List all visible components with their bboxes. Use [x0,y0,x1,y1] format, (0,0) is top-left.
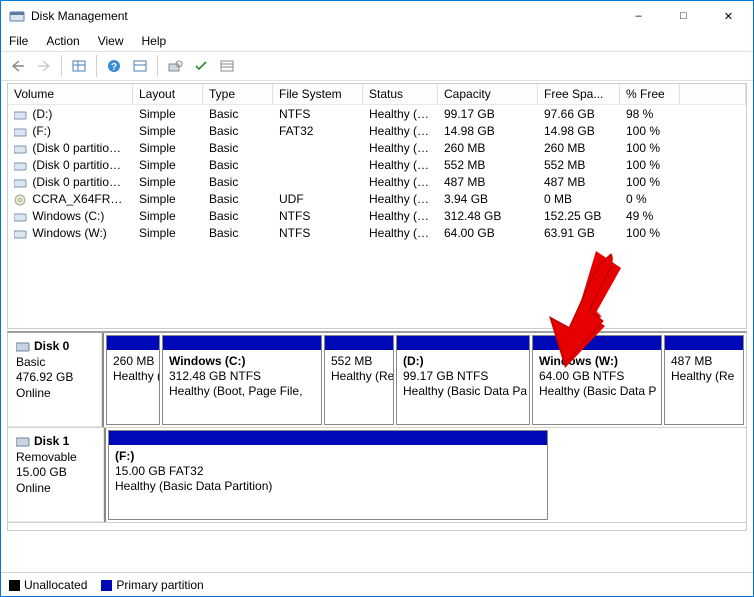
volume-row[interactable]: (Disk 0 partition 4)SimpleBasicHealthy (… [8,156,746,173]
help-button[interactable]: ? [103,55,125,77]
volume-row[interactable]: (D:)SimpleBasicNTFSHealthy (B...99.17 GB… [8,105,746,122]
menu-action[interactable]: Action [44,33,81,49]
partition[interactable]: Windows (W:)64.00 GB NTFSHealthy (Basic … [532,335,662,425]
maximize-button[interactable]: □ [661,2,706,31]
menu-bar: File Action View Help [1,31,753,51]
volume-row[interactable]: (F:)SimpleBasicFAT32Healthy (B...14.98 G… [8,122,746,139]
disk-row: Disk 1Removable15.00 GBOnline(F:)15.00 G… [8,428,746,523]
col-volume[interactable]: Volume [8,84,133,104]
disk-info[interactable]: Disk 1Removable15.00 GBOnline [8,428,106,522]
svg-text:?: ? [111,62,117,73]
drive-icon [14,143,28,153]
list-button[interactable] [216,55,238,77]
menu-file[interactable]: File [7,33,30,49]
back-button[interactable] [7,55,29,77]
volume-row[interactable]: Windows (C:)SimpleBasicNTFSHealthy (B...… [8,207,746,224]
drive-icon [14,177,28,187]
volume-list[interactable]: Volume Layout Type File System Status Ca… [7,83,747,329]
toolbar: ? [1,51,753,81]
volume-row[interactable]: Windows (W:)SimpleBasicNTFSHealthy (B...… [8,224,746,241]
apply-button[interactable] [190,55,212,77]
volume-row[interactable]: CCRA_X64FRE_EN...SimpleBasicUDFHealthy (… [8,190,746,207]
col-status[interactable]: Status [363,84,438,104]
close-button[interactable]: ✕ [706,2,751,31]
drive-icon [14,211,28,221]
volume-list-header[interactable]: Volume Layout Type File System Status Ca… [8,84,746,105]
partition[interactable]: 260 MBHealthy ( [106,335,160,425]
minimize-button[interactable]: – [616,2,661,31]
volume-row[interactable]: (Disk 0 partition 1)SimpleBasicHealthy (… [8,139,746,156]
disk-icon [16,436,30,448]
legend-unallocated: Unallocated [9,578,87,592]
refresh-button[interactable] [164,55,186,77]
col-pct[interactable]: % Free [620,84,680,104]
drive-icon [14,160,28,170]
drive-icon [14,126,28,136]
window-title: Disk Management [31,9,616,23]
col-free[interactable]: Free Spa... [538,84,620,104]
partition[interactable]: (D:)99.17 GB NTFSHealthy (Basic Data Pa [396,335,530,425]
legend-primary: Primary partition [101,578,203,592]
col-filesystem[interactable]: File System [273,84,363,104]
drive-icon [14,228,28,238]
disk-graphical-pane[interactable]: Disk 0Basic476.92 GBOnline260 MBHealthy … [7,331,747,531]
disk-info[interactable]: Disk 0Basic476.92 GBOnline [8,333,104,427]
partition[interactable]: 552 MBHealthy (Re [324,335,394,425]
view-button[interactable] [68,55,90,77]
drive-icon [14,109,28,119]
title-bar: Disk Management – □ ✕ [1,1,753,31]
forward-button[interactable] [33,55,55,77]
drive-icon [14,194,28,204]
col-layout[interactable]: Layout [133,84,203,104]
col-capacity[interactable]: Capacity [438,84,538,104]
partition[interactable]: (F:)15.00 GB FAT32Healthy (Basic Data Pa… [108,430,548,520]
partition[interactable]: 487 MBHealthy (Re [664,335,744,425]
partition[interactable]: Windows (C:)312.48 GB NTFSHealthy (Boot,… [162,335,322,425]
volume-row[interactable]: (Disk 0 partition 6)SimpleBasicHealthy (… [8,173,746,190]
settings-button[interactable] [129,55,151,77]
app-icon [9,8,25,24]
col-type[interactable]: Type [203,84,273,104]
legend: Unallocated Primary partition [1,572,753,596]
menu-help[interactable]: Help [140,33,169,49]
disk-row: Disk 0Basic476.92 GBOnline260 MBHealthy … [8,333,746,428]
disk-icon [16,341,30,353]
menu-view[interactable]: View [96,33,126,49]
